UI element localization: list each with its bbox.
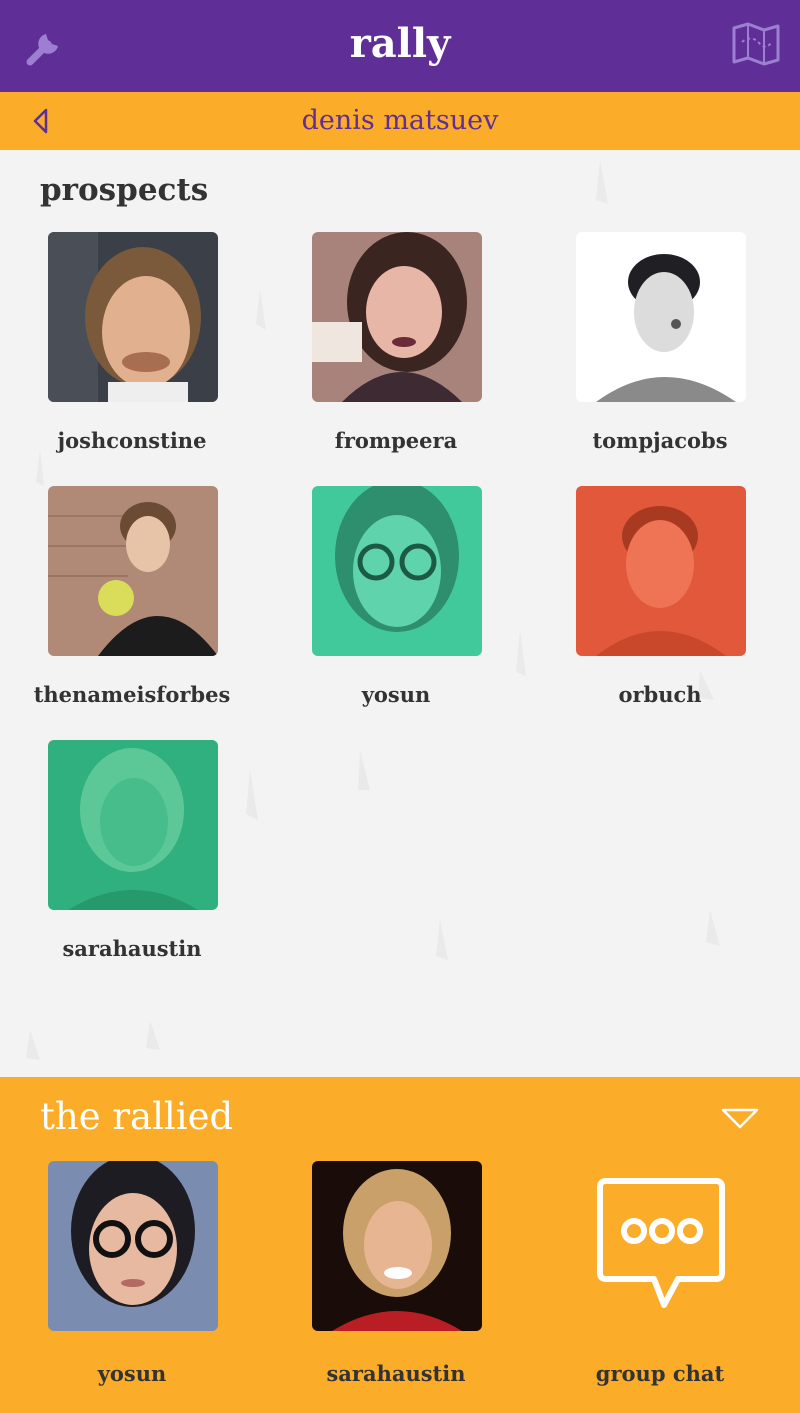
prospect-name: orbuch xyxy=(618,682,702,707)
profile-name: denis matsuev xyxy=(301,105,499,136)
rallied-name: yosun xyxy=(97,1361,167,1386)
prospect-name: tompjacobs xyxy=(592,428,728,453)
prospects-heading: prospects xyxy=(40,172,209,208)
prospect-card[interactable]: frompeera xyxy=(264,232,528,486)
rallied-name: sarahaustin xyxy=(326,1361,466,1386)
prospect-name: yosun xyxy=(361,682,431,707)
top-bar: rally xyxy=(0,0,800,92)
prospect-name: thenameisforbes xyxy=(33,682,231,707)
avatar[interactable] xyxy=(48,1161,218,1331)
avatar[interactable] xyxy=(312,486,482,656)
avatar[interactable] xyxy=(48,232,218,402)
avatar[interactable] xyxy=(312,1161,482,1331)
rallied-card[interactable]: yosun xyxy=(0,1161,264,1401)
avatar[interactable] xyxy=(48,486,218,656)
prospect-name: frompeera xyxy=(334,428,458,453)
app-title: rally xyxy=(349,20,451,67)
rallied-card[interactable]: sarahaustin xyxy=(264,1161,528,1401)
prospect-card[interactable]: tompjacobs xyxy=(528,232,792,486)
map-icon[interactable] xyxy=(730,20,782,68)
prospect-card[interactable]: orbuch xyxy=(528,486,792,740)
prospect-card[interactable]: thenameisforbes xyxy=(0,486,264,740)
prospects-section: prospects joshconstine frompeera tompjac… xyxy=(0,150,800,1077)
profile-bar: denis matsuev xyxy=(0,92,800,150)
group-chat-label: group chat xyxy=(595,1361,725,1386)
avatar[interactable] xyxy=(312,232,482,402)
prospect-card[interactable]: yosun xyxy=(264,486,528,740)
avatar[interactable] xyxy=(576,232,746,402)
prospect-card[interactable]: sarahaustin xyxy=(0,740,264,994)
prospect-card[interactable]: joshconstine xyxy=(0,232,264,486)
avatar[interactable] xyxy=(48,740,218,910)
prospect-name: joshconstine xyxy=(57,428,207,453)
prospect-name: sarahaustin xyxy=(62,936,202,961)
rallied-section: the rallied yosun sarahaustin group chat xyxy=(0,1077,800,1413)
group-chat-card[interactable]: group chat xyxy=(528,1161,792,1401)
rallied-heading: the rallied xyxy=(40,1095,234,1138)
chevron-down-icon[interactable] xyxy=(720,1107,760,1131)
avatar[interactable] xyxy=(576,486,746,656)
chat-bubble-icon[interactable] xyxy=(576,1161,746,1331)
